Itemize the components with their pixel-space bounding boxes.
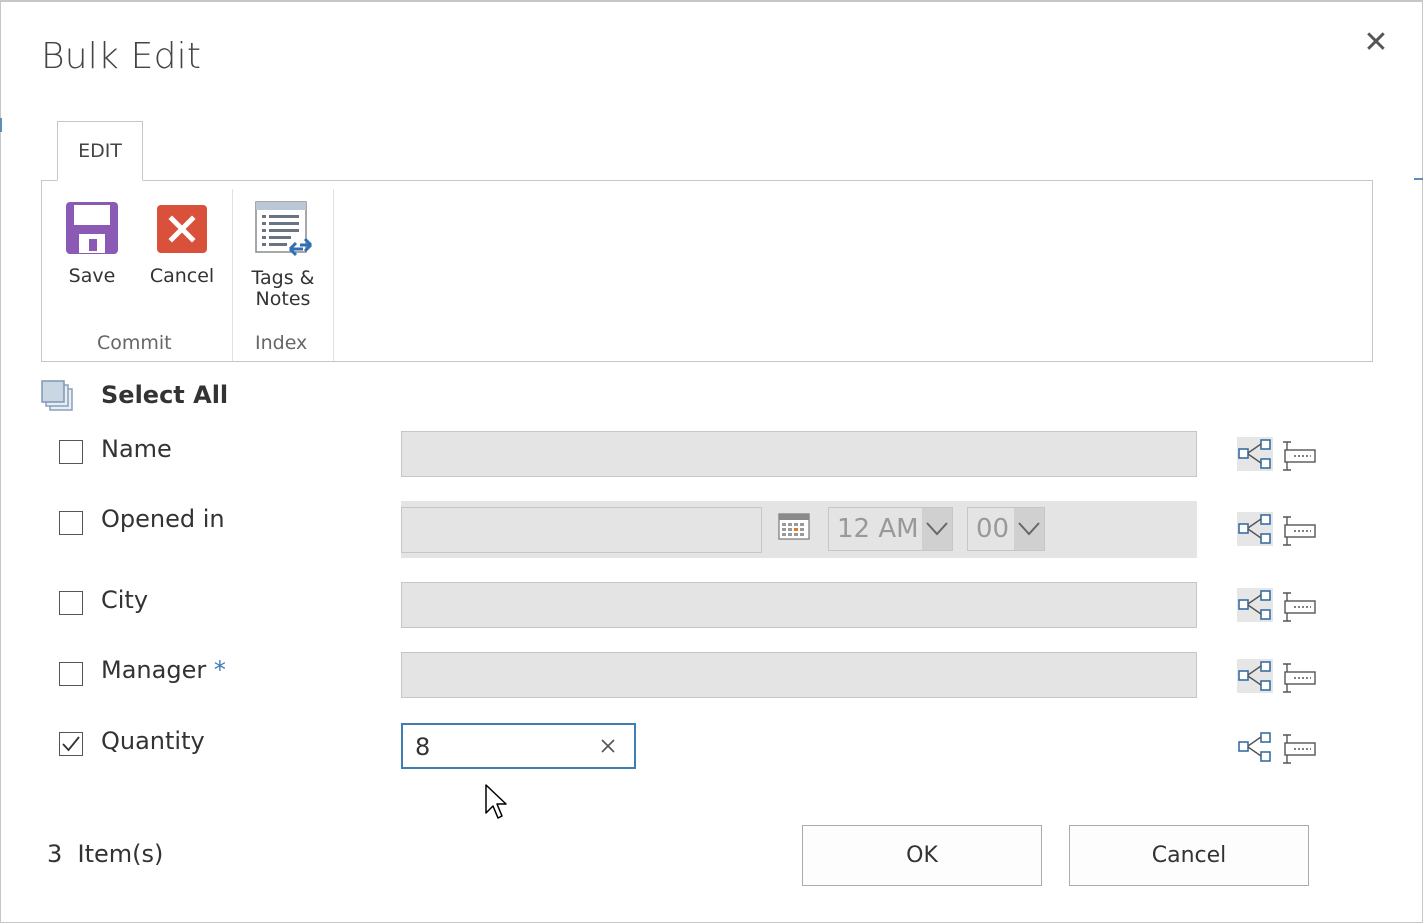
opened-in-label: Opened in bbox=[101, 505, 225, 533]
minute-value: 00 bbox=[976, 514, 1010, 544]
opened-in-datetime: 12 AM 00 bbox=[401, 501, 1197, 558]
field-properties-icon[interactable] bbox=[1281, 661, 1317, 695]
group-label-commit: Commit bbox=[97, 332, 172, 354]
field-properties-icon[interactable] bbox=[1281, 732, 1317, 766]
hierarchy-icon[interactable] bbox=[1237, 437, 1273, 471]
mouse-pointer-icon bbox=[485, 784, 507, 819]
hour-value: 12 AM bbox=[837, 514, 919, 544]
clear-icon[interactable] bbox=[597, 734, 619, 758]
cancel-button[interactable]: Cancel bbox=[1069, 825, 1309, 886]
manager-field bbox=[401, 652, 1197, 698]
ribbon-group-separator bbox=[232, 189, 233, 361]
hierarchy-icon[interactable] bbox=[1237, 730, 1273, 764]
ribbon-group-separator bbox=[333, 189, 334, 361]
city-field bbox=[401, 582, 1197, 628]
city-checkbox[interactable] bbox=[59, 591, 83, 615]
hierarchy-icon[interactable] bbox=[1237, 659, 1273, 693]
checkmark-icon bbox=[62, 736, 80, 752]
city-label: City bbox=[101, 586, 149, 614]
name-field bbox=[401, 431, 1197, 477]
tab-edit[interactable]: EDIT bbox=[57, 121, 143, 181]
calendar-icon bbox=[778, 513, 810, 540]
select-all-label[interactable]: Select All bbox=[101, 381, 228, 409]
name-checkbox[interactable] bbox=[59, 440, 83, 464]
manager-label: Manager * bbox=[101, 656, 226, 684]
manager-checkbox[interactable] bbox=[59, 662, 83, 686]
field-properties-icon[interactable] bbox=[1281, 514, 1317, 548]
tags-notes-label-2: Notes bbox=[255, 288, 311, 310]
required-marker: * bbox=[213, 656, 226, 684]
item-count-label: Item(s) bbox=[77, 840, 164, 868]
quantity-input[interactable]: 8 bbox=[401, 723, 636, 769]
group-label-index: Index bbox=[255, 332, 308, 354]
field-properties-icon[interactable] bbox=[1281, 439, 1317, 473]
item-count: 3 Item(s) bbox=[47, 840, 163, 868]
save-label: Save bbox=[68, 265, 116, 287]
chevron-down-icon bbox=[1014, 508, 1044, 550]
ribbon: Save Cancel Tags & Notes Commit Index bbox=[41, 180, 1373, 362]
tags-notes-icon bbox=[255, 201, 313, 257]
name-label: Name bbox=[101, 435, 172, 463]
hierarchy-icon[interactable] bbox=[1237, 512, 1273, 546]
save-icon bbox=[66, 202, 118, 254]
save-button[interactable]: Save bbox=[60, 201, 124, 287]
item-count-number: 3 bbox=[47, 840, 63, 868]
quantity-value: 8 bbox=[415, 733, 431, 761]
manager-label-text: Manager bbox=[101, 656, 207, 684]
close-icon[interactable]: ✕ bbox=[1362, 28, 1390, 58]
cancel-ribbon-label: Cancel bbox=[149, 265, 215, 287]
cancel-ribbon-button[interactable]: Cancel bbox=[146, 201, 218, 287]
field-properties-icon[interactable] bbox=[1281, 590, 1317, 624]
opened-in-date-field bbox=[401, 507, 762, 553]
opened-in-checkbox[interactable] bbox=[59, 511, 83, 535]
tags-notes-label-1: Tags & bbox=[251, 267, 315, 289]
select-all-icon[interactable] bbox=[41, 380, 75, 412]
ok-button[interactable]: OK bbox=[802, 825, 1042, 886]
cancel-icon bbox=[157, 205, 207, 253]
hour-select: 12 AM bbox=[828, 507, 953, 551]
background-window-edge-left bbox=[0, 118, 2, 132]
tab-edit-label: EDIT bbox=[78, 140, 122, 162]
quantity-label: Quantity bbox=[101, 727, 205, 755]
minute-select: 00 bbox=[967, 507, 1045, 551]
dialog-title: Bulk Edit bbox=[41, 36, 202, 77]
background-window-edge bbox=[1414, 178, 1423, 180]
hierarchy-icon[interactable] bbox=[1237, 588, 1273, 622]
quantity-checkbox[interactable] bbox=[59, 732, 83, 756]
chevron-down-icon bbox=[922, 508, 952, 550]
tags-notes-button[interactable]: Tags & Notes bbox=[246, 201, 320, 310]
